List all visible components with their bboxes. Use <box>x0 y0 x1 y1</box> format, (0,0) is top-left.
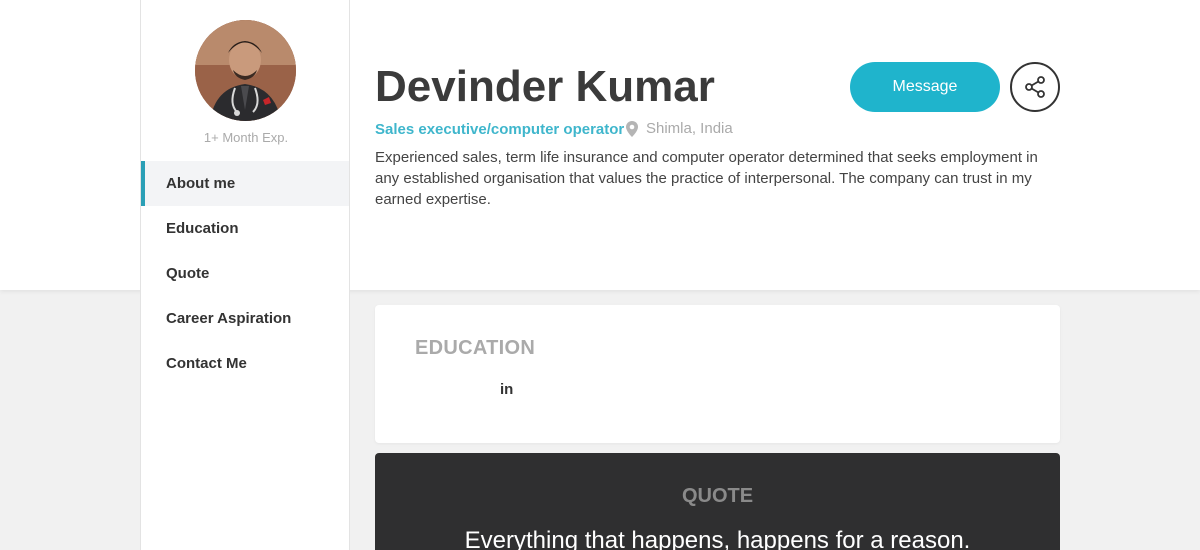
profile-location: Shimla, India <box>626 120 733 137</box>
sidebar: 1+ Month Exp. About me Education Quote C… <box>140 0 350 550</box>
share-button[interactable] <box>1010 62 1060 112</box>
quote-card: QUOTE Everything that happens, happens f… <box>375 453 1060 550</box>
profile-name: Devinder Kumar <box>375 62 715 111</box>
avatar <box>195 20 296 121</box>
sidebar-item-contact-me[interactable]: Contact Me <box>141 341 349 386</box>
quote-heading: QUOTE <box>681 485 754 507</box>
sidebar-nav: About me Education Quote Career Aspirati… <box>141 161 349 386</box>
education-card: EDUCATION in <box>375 305 1060 443</box>
experience-label: 1+ Month Exp. <box>203 130 289 145</box>
sidebar-item-education[interactable]: Education <box>141 206 349 251</box>
profile-bio: Experienced sales, term life insurance a… <box>375 149 1038 208</box>
location-text: Shimla, India <box>646 120 733 137</box>
message-button[interactable]: Message <box>850 62 1000 112</box>
profile-role[interactable]: Sales executive/computer operator <box>375 121 624 138</box>
sidebar-item-quote[interactable]: Quote <box>141 251 349 296</box>
sidebar-item-about-me[interactable]: About me <box>141 161 349 206</box>
map-pin-icon <box>626 120 638 137</box>
education-entry: in <box>500 381 514 398</box>
sidebar-item-career-aspiration[interactable]: Career Aspiration <box>141 296 349 341</box>
quote-text: Everything that happens, happens for a r… <box>464 527 971 550</box>
education-heading: EDUCATION <box>415 337 536 359</box>
share-icon <box>1025 76 1045 98</box>
